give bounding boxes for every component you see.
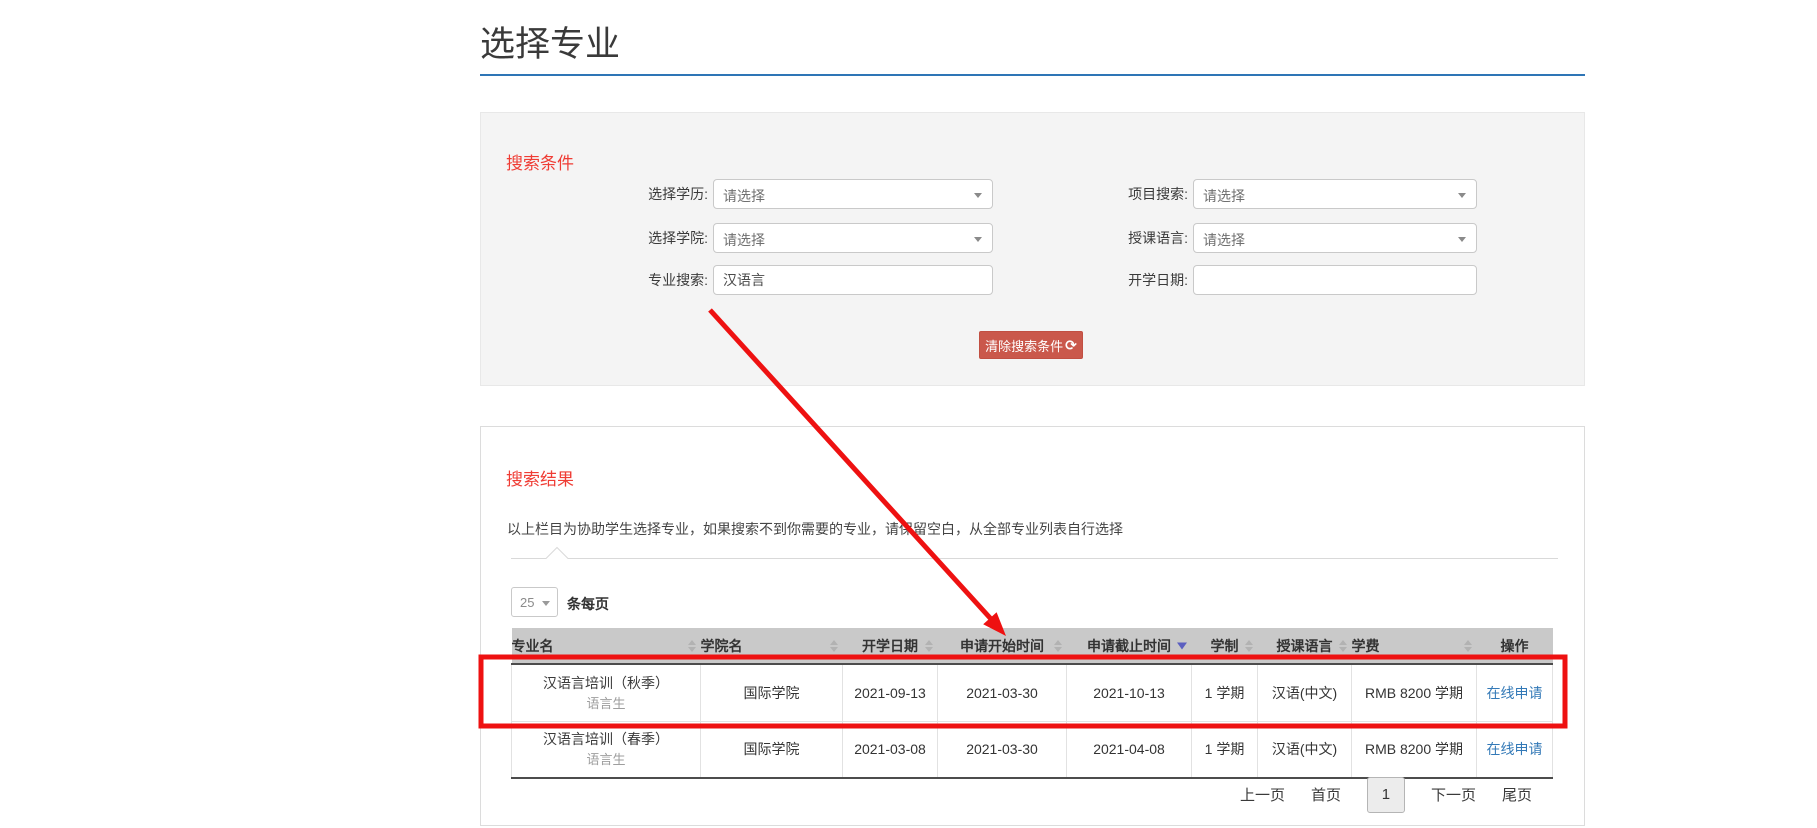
- major-search-box: [713, 265, 993, 295]
- results-table: 专业名 学院名 开学日期 申请开始时间: [511, 628, 1553, 779]
- cell-apply-start: 2021-03-30: [938, 664, 1067, 721]
- program-search-select[interactable]: 请选择: [1193, 179, 1477, 209]
- results-note: 以上栏目为协助学生选择专业，如果搜索不到你需要的专业，请保留空白，从全部专业列表…: [507, 519, 1123, 539]
- page-size-value: 25: [520, 595, 534, 610]
- college-label: 选择学院:: [616, 228, 708, 248]
- cell-action: 在线申请: [1477, 721, 1553, 778]
- cell-apply-start: 2021-03-30: [938, 721, 1067, 778]
- cell-language: 汉语(中文): [1258, 721, 1352, 778]
- program-search-label: 项目搜索:: [1096, 184, 1188, 204]
- cell-college: 国际学院: [701, 664, 843, 721]
- chevron-down-icon: [1458, 193, 1466, 198]
- page-size-suffix: 条每页: [567, 594, 609, 614]
- clear-search-button[interactable]: 清除搜索条件: [979, 331, 1083, 359]
- sort-icon[interactable]: [1054, 640, 1062, 652]
- pagination-prev[interactable]: 上一页: [1240, 784, 1285, 805]
- cell-college: 国际学院: [701, 721, 843, 778]
- major-search-label: 专业搜索:: [616, 270, 708, 290]
- column-header-apply-end[interactable]: 申请截止时间: [1067, 628, 1192, 664]
- online-apply-link[interactable]: 在线申请: [1487, 685, 1543, 701]
- cell-start-date: 2021-09-13: [843, 664, 938, 721]
- start-date-label: 开学日期:: [1096, 270, 1188, 290]
- sort-icon[interactable]: [1339, 640, 1347, 652]
- sort-icon[interactable]: [925, 640, 933, 652]
- cell-major: 汉语言培训（秋季） 语言生: [512, 664, 701, 721]
- college-value: 请选择: [723, 230, 765, 250]
- sort-desc-icon[interactable]: [1177, 642, 1187, 649]
- online-apply-link[interactable]: 在线申请: [1487, 741, 1543, 757]
- teaching-language-select[interactable]: 请选择: [1193, 223, 1477, 253]
- chevron-down-icon: [1458, 237, 1466, 242]
- page-title: 选择专业: [480, 16, 620, 67]
- start-date-field: 开学日期:: [1096, 265, 1477, 295]
- column-header-start-date[interactable]: 开学日期: [843, 628, 938, 664]
- college-field: 选择学院: 请选择: [616, 223, 993, 253]
- education-level-field: 选择学历: 请选择: [616, 179, 993, 209]
- column-header-duration[interactable]: 学制: [1192, 628, 1258, 664]
- pagination-next[interactable]: 下一页: [1431, 784, 1476, 805]
- notched-divider: [511, 545, 1558, 561]
- column-header-apply-start[interactable]: 申请开始时间: [938, 628, 1067, 664]
- teaching-language-label: 授课语言:: [1096, 228, 1188, 248]
- cell-action: 在线申请: [1477, 664, 1553, 721]
- table-row: 汉语言培训（秋季） 语言生 国际学院 2021-09-13 2021-03-30…: [512, 664, 1553, 721]
- major-search-input[interactable]: [714, 266, 992, 294]
- program-search-field: 项目搜索: 请选择: [1096, 179, 1477, 209]
- cell-tuition: RMB 8200 学期: [1352, 721, 1477, 778]
- cell-apply-end: 2021-10-13: [1067, 664, 1192, 721]
- clear-search-button-label: 清除搜索条件: [985, 336, 1063, 355]
- major-search-field: 专业搜索:: [616, 265, 993, 295]
- pagination-first[interactable]: 首页: [1311, 784, 1341, 805]
- education-level-value: 请选择: [723, 186, 765, 206]
- column-header-tuition[interactable]: 学费: [1352, 628, 1477, 664]
- chevron-down-icon: [974, 193, 982, 198]
- cell-duration: 1 学期: [1192, 721, 1258, 778]
- table-row: 汉语言培训（春季） 语言生 国际学院 2021-03-08 2021-03-30…: [512, 721, 1553, 778]
- teaching-language-field: 授课语言: 请选择: [1096, 223, 1477, 253]
- page: 选择专业 搜索条件 选择学历: 请选择 项目搜索: 请选择 选择学院: 请选择: [0, 0, 1817, 828]
- search-results-panel: 搜索结果 以上栏目为协助学生选择专业，如果搜索不到你需要的专业，请保留空白，从全…: [480, 426, 1585, 826]
- chevron-down-icon: [974, 237, 982, 242]
- cell-start-date: 2021-03-08: [843, 721, 938, 778]
- cell-tuition: RMB 8200 学期: [1352, 664, 1477, 721]
- column-header-major[interactable]: 专业名: [512, 628, 701, 664]
- chevron-down-icon: [542, 601, 550, 606]
- sort-icon[interactable]: [688, 640, 696, 652]
- pagination-current-page[interactable]: 1: [1367, 777, 1405, 813]
- sort-icon[interactable]: [1464, 640, 1472, 652]
- education-level-select[interactable]: 请选择: [713, 179, 993, 209]
- column-header-college[interactable]: 学院名: [701, 628, 843, 664]
- program-search-value: 请选择: [1203, 186, 1245, 206]
- cell-major: 汉语言培训（春季） 语言生: [512, 721, 701, 778]
- education-level-label: 选择学历:: [616, 184, 708, 204]
- cell-duration: 1 学期: [1192, 664, 1258, 721]
- teaching-language-value: 请选择: [1203, 230, 1245, 250]
- pagination: 上一页 首页 1 下一页 尾页: [1240, 776, 1532, 813]
- sort-icon[interactable]: [830, 640, 838, 652]
- college-select[interactable]: 请选择: [713, 223, 993, 253]
- pagination-last[interactable]: 尾页: [1502, 784, 1532, 805]
- start-date-input[interactable]: [1194, 266, 1476, 294]
- cell-apply-end: 2021-04-08: [1067, 721, 1192, 778]
- start-date-box: [1193, 265, 1477, 295]
- sort-icon[interactable]: [1245, 640, 1253, 652]
- search-conditions-panel: 搜索条件 选择学历: 请选择 项目搜索: 请选择 选择学院: 请选择 授课语言:: [480, 112, 1585, 386]
- reset-icon: [1065, 337, 1077, 354]
- title-underline: [480, 74, 1585, 76]
- search-conditions-heading: 搜索条件: [506, 149, 574, 174]
- cell-language: 汉语(中文): [1258, 664, 1352, 721]
- table-header-row: 专业名 学院名 开学日期 申请开始时间: [512, 628, 1553, 664]
- page-size-select[interactable]: 25: [511, 587, 558, 617]
- search-results-heading: 搜索结果: [506, 465, 574, 490]
- column-header-action: 操作: [1477, 628, 1553, 664]
- column-header-language[interactable]: 授课语言: [1258, 628, 1352, 664]
